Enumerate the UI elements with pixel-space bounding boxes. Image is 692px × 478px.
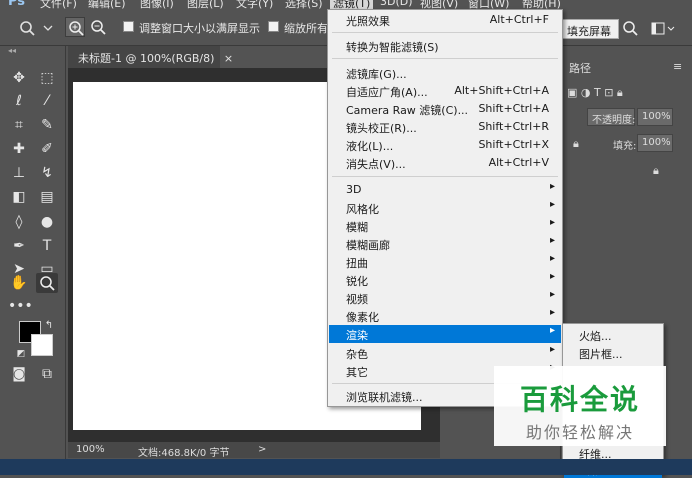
brush-tool-icon[interactable]: ✐	[36, 139, 58, 159]
gradient-tool-icon[interactable]: ▤	[36, 187, 58, 207]
menu-file[interactable]: 文件(F)	[40, 0, 77, 9]
windows-taskbar	[0, 459, 692, 475]
menu-item-convert-smart-filter[interactable]: 转换为智能滤镜(S)	[329, 37, 561, 55]
eyedropper-tool-icon[interactable]: ✎	[36, 115, 58, 135]
menu-item-vanishing-point[interactable]: 消失点(V)... Alt+Ctrl+V	[329, 154, 561, 172]
paths-tab[interactable]: 路径	[569, 60, 591, 76]
watermark-title: 百科全说	[519, 383, 640, 416]
menu-separator	[332, 32, 558, 33]
submenu-item-picture-frame[interactable]: 图片框...	[564, 344, 662, 362]
search-icon[interactable]	[621, 19, 641, 39]
type-tool-icon[interactable]: T	[36, 236, 58, 256]
eraser-tool-icon[interactable]: ◧	[8, 187, 30, 207]
menu-separator	[332, 176, 558, 177]
healing-brush-tool-icon[interactable]: ✚	[8, 139, 30, 159]
watermark: 百科全说 助你轻松解决	[494, 366, 666, 446]
menu-layer[interactable]: 图层(L)	[187, 0, 224, 9]
clone-stamp-tool-icon[interactable]: ⊥	[8, 163, 30, 183]
menu-item-noise[interactable]: 杂色 ▸	[329, 344, 561, 362]
background-color-swatch[interactable]	[31, 334, 53, 356]
marquee-tool-icon[interactable]: ⬚	[36, 68, 58, 88]
menu-item-blur-gallery[interactable]: 模糊画廊 ▸	[329, 235, 561, 253]
hand-tool-icon[interactable]: ✋	[8, 273, 30, 293]
screen-mode-icon[interactable]: ⧉	[36, 364, 58, 384]
menu-window[interactable]: 窗口(W)	[468, 0, 509, 9]
tools-panel: ◂◂ ✥ ⬚ ℓ ⁄ ⌗ ✎ ✚ ✐ ⊥ ↯ ◧ ▤ ◊ ● ✒ T ➤ ▭ ✋…	[0, 46, 66, 475]
blur-tool-icon[interactable]: ◊	[8, 212, 30, 232]
menu-item-filter-gallery[interactable]: 滤镜库(G)...	[329, 64, 561, 82]
menu-filter[interactable]: 滤镜(T)	[330, 0, 374, 9]
status-arrow-icon[interactable]: >	[258, 444, 266, 455]
document-tab-title: 未标题-1 @ 100%(RGB/8)	[78, 52, 215, 65]
lasso-tool-icon[interactable]: ℓ	[8, 91, 30, 111]
menu-separator	[332, 58, 558, 59]
opacity-label: 不透明度:	[587, 108, 635, 126]
filter-menu: 光照效果 Alt+Ctrl+F 转换为智能滤镜(S) 滤镜库(G)... 自适应广…	[327, 9, 563, 407]
move-tool-icon[interactable]: ✥	[8, 68, 30, 88]
photoshop-logo: Ps	[8, 0, 26, 9]
resize-window-label: 调整窗口大小以满屏显示	[139, 22, 260, 35]
menu-item-camera-raw[interactable]: Camera Raw 滤镜(C)... Shift+Ctrl+A	[329, 100, 561, 118]
zoom-tool-icon[interactable]	[36, 273, 58, 293]
menu-item-video[interactable]: 视频 ▸	[329, 289, 561, 307]
crop-tool-icon[interactable]: ⌗	[8, 115, 30, 135]
close-tab-icon[interactable]: ×	[224, 52, 233, 65]
fill-screen-button[interactable]: 填充屏幕	[561, 19, 619, 39]
zoom-tool-preset-icon[interactable]	[18, 19, 56, 37]
layer-lock-icon: 🔒︎	[653, 164, 659, 177]
menu-item-3d[interactable]: 3D ▸	[329, 181, 561, 199]
menu-item-adaptive-wide-angle[interactable]: 自适应广角(A)... Alt+Shift+Ctrl+A	[329, 82, 561, 100]
menu-item-lens-correction[interactable]: 镜头校正(R)... Shift+Ctrl+R	[329, 118, 561, 136]
lock-icon[interactable]: 🔒︎	[573, 137, 579, 151]
menu-item-liquify[interactable]: 液化(L)... Shift+Ctrl+X	[329, 136, 561, 154]
zoom-all-label: 缩放所有	[284, 22, 328, 35]
quick-mask-icon[interactable]: ◙	[8, 364, 30, 384]
document-tab[interactable]: 未标题-1 @ 100%(RGB/8) ×	[68, 46, 233, 68]
collapse-toolbar-icon[interactable]: ◂◂	[8, 46, 16, 55]
history-brush-tool-icon[interactable]: ↯	[36, 163, 58, 183]
menu-select[interactable]: 选择(S)	[285, 0, 323, 9]
status-bar: 100% 文档:468.8K/0 字节 >	[68, 442, 440, 459]
menu-item-stylize[interactable]: 风格化 ▸	[329, 199, 561, 217]
panel-menu-icon[interactable]: ≡	[673, 60, 682, 73]
menu-edit[interactable]: 编辑(E)	[88, 0, 126, 9]
layer-filter-icons[interactable]: ▣ ◑ T ⊡ 🔒︎	[567, 86, 687, 104]
menu-item-lighting-effects[interactable]: 光照效果 Alt+Ctrl+F	[329, 11, 561, 29]
submenu-item-flame[interactable]: 火焰...	[564, 326, 662, 344]
swap-colors-icon[interactable]: ↰	[38, 316, 60, 336]
watermark-subtitle: 助你轻松解决	[525, 423, 634, 442]
fill-value[interactable]: 100%	[637, 134, 673, 152]
menu-bar: Ps 文件(F) 编辑(E) 图像(I) 图层(L) 文字(Y) 选择(S) 滤…	[0, 0, 692, 9]
menu-item-sharpen[interactable]: 锐化 ▸	[329, 271, 561, 289]
menu-item-distort[interactable]: 扭曲 ▸	[329, 253, 561, 271]
workspace-switcher-icon[interactable]	[650, 19, 678, 39]
menu-3d[interactable]: 3D(D)	[380, 0, 413, 8]
pen-tool-icon[interactable]: ✒	[8, 236, 30, 256]
zoom-level[interactable]: 100%	[76, 444, 105, 455]
more-tools-icon[interactable]: •••	[8, 296, 33, 316]
menu-item-render[interactable]: 渲染 ▸	[329, 325, 561, 343]
magic-wand-tool-icon[interactable]: ⁄	[36, 91, 58, 111]
zoom-in-button[interactable]	[65, 17, 85, 37]
menu-item-blur[interactable]: 模糊 ▸	[329, 217, 561, 235]
menu-help[interactable]: 帮助(H)	[522, 0, 561, 9]
resize-window-checkbox[interactable]	[123, 21, 134, 32]
doc-info: 文档:468.8K/0 字节	[138, 448, 230, 459]
zoom-out-button[interactable]	[88, 17, 108, 37]
zoom-all-checkbox[interactable]	[268, 21, 279, 32]
menu-image[interactable]: 图像(I)	[140, 0, 174, 9]
opacity-value[interactable]: 100%	[637, 108, 673, 126]
menu-view[interactable]: 视图(V)	[420, 0, 458, 9]
fill-label: 填充:	[613, 141, 637, 152]
menu-item-pixelate[interactable]: 像素化 ▸	[329, 307, 561, 325]
dodge-tool-icon[interactable]: ●	[36, 212, 58, 232]
menu-type[interactable]: 文字(Y)	[236, 0, 273, 9]
default-colors-icon[interactable]: ◩	[10, 344, 32, 364]
